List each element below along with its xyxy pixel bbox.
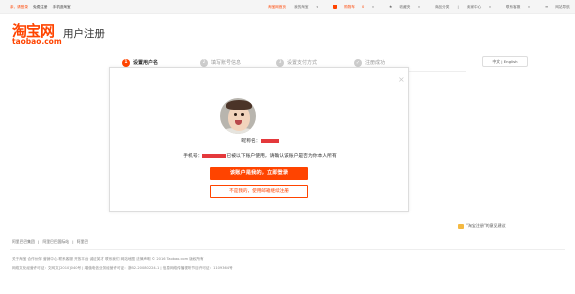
login-link[interactable]: 亲，请登录 bbox=[10, 5, 28, 9]
site-nav-menu[interactable]: ≡网站导航▾ bbox=[545, 4, 575, 9]
phone-label: 手机号： bbox=[183, 154, 203, 159]
top-bar-right: 淘宝网首页 我的淘宝 ▾ 购物车 0 ▾ ★ 收藏夹 ▾ 商品分类 | 卖家中心 ▾ 联系客… bbox=[268, 0, 575, 14]
redacted-nickname bbox=[260, 138, 279, 143]
divider: | bbox=[38, 239, 40, 244]
my-taobao-menu[interactable]: 我的淘宝 ▾ bbox=[294, 5, 325, 9]
chevron-down-icon: ▾ bbox=[316, 5, 319, 9]
step-label: 填写账号信息 bbox=[211, 60, 242, 66]
step-number: 1 bbox=[122, 58, 130, 67]
footer-divider bbox=[10, 249, 565, 250]
mobile-taobao-link[interactable]: 手机逛淘宝 bbox=[53, 5, 71, 9]
register-link[interactable]: 免费注册 bbox=[33, 5, 47, 9]
cart-count: 0 bbox=[361, 5, 365, 9]
feedback-label: "淘宝注册"的意见建议 bbox=[466, 223, 506, 228]
menu-icon: ≡ bbox=[544, 4, 549, 9]
categories-link[interactable]: 商品分类 bbox=[435, 5, 449, 9]
chevron-down-icon: ▾ bbox=[489, 5, 491, 9]
footer-link-alibaba-group[interactable]: 阿里巴巴集团 bbox=[12, 239, 35, 244]
favorites-label: 收藏夹 bbox=[399, 5, 411, 9]
star-icon: ★ bbox=[388, 4, 393, 9]
step-label: 注册成功 bbox=[365, 60, 386, 66]
feedback-icon bbox=[458, 223, 464, 229]
feedback-link[interactable]: "淘宝注册"的意见建议 bbox=[458, 222, 506, 230]
footer-link-alibaba[interactable]: 阿里巴 bbox=[77, 239, 88, 244]
cart-link[interactable]: 购物车 0 ▾ bbox=[333, 5, 381, 9]
step-label: 设置用户名 bbox=[133, 60, 159, 66]
site-nav-label: 网站导航 bbox=[555, 5, 570, 9]
footer-group-links: 阿里巴巴集团 | 阿里巴巴国际站 | 阿里巴 bbox=[12, 238, 90, 246]
nickname-line: 昵称名： bbox=[110, 138, 410, 145]
step-number: 2 bbox=[200, 58, 208, 67]
cart-icon bbox=[333, 5, 338, 9]
top-bar-left: 亲，请登录 免费注册 手机逛淘宝 bbox=[10, 0, 75, 14]
favorites-menu[interactable]: ★ 收藏夹 ▾ bbox=[389, 4, 427, 9]
footer-licenses: 网络文化经营许可证：文网文[2010]040号 | 增值电信业务经营许可证：浙B… bbox=[12, 266, 233, 270]
chevron-down-icon: ▾ bbox=[418, 5, 420, 9]
phone-message: 已被以下账户使用，请确认该账户是否为你本人所有 bbox=[226, 154, 337, 159]
contact-menu[interactable]: 联系客服 ▾ bbox=[506, 5, 537, 9]
my-taobao-label: 我的淘宝 bbox=[294, 5, 309, 9]
continue-with-email-button[interactable]: 不是我的，使用邮箱继续注册 bbox=[210, 185, 308, 198]
chevron-down-icon: ▾ bbox=[372, 5, 374, 9]
divider: | bbox=[457, 5, 459, 9]
login-now-button[interactable]: 该账户是我的，立即登录 bbox=[210, 167, 308, 180]
taobao-home-link[interactable]: 淘宝网首页 bbox=[268, 5, 286, 9]
account-exists-dialog: × 昵称名： 手机号： 已被以下账户使用，请确认该账户是否为你本人所有 该账户是我… bbox=[109, 67, 409, 212]
avatar bbox=[220, 98, 256, 134]
footer-link-alibaba-international[interactable]: 阿里巴巴国际站 bbox=[43, 239, 70, 244]
language-switch[interactable]: 中文 | English bbox=[482, 56, 528, 67]
nickname-label: 昵称名： bbox=[241, 139, 261, 144]
seller-center-menu[interactable]: 卖家中心 ▾ bbox=[467, 5, 498, 9]
footer-nav-links[interactable]: 关于淘宝 合作伙伴 营销中心 联系客服 开放平台 诚征英才 联系我们 网站地图 … bbox=[12, 255, 204, 263]
seller-center-label: 卖家中心 bbox=[466, 5, 482, 9]
chevron-down-icon: ▾ bbox=[528, 5, 530, 9]
taobao-logo[interactable]: 淘宝网 taobao.com bbox=[12, 24, 62, 48]
close-icon[interactable]: × bbox=[398, 76, 405, 84]
step-label: 设置支付方式 bbox=[287, 60, 318, 66]
page-title: 用户注册 bbox=[63, 28, 105, 40]
phone-line: 手机号： 已被以下账户使用，请确认该账户是否为你本人所有 bbox=[110, 153, 410, 160]
top-bar: 亲，请登录 免费注册 手机逛淘宝 淘宝网首页 我的淘宝 ▾ 购物车 0 ▾ ★ 收藏夹 ▾… bbox=[0, 0, 575, 14]
contact-label: 联系客服 bbox=[505, 5, 521, 9]
logo-domain: taobao.com bbox=[12, 37, 62, 46]
divider: | bbox=[72, 239, 74, 244]
check-icon: ✓ bbox=[354, 58, 362, 67]
redacted-phone bbox=[202, 153, 227, 158]
cart-label: 购物车 bbox=[344, 5, 355, 9]
step-number: 3 bbox=[276, 58, 284, 67]
